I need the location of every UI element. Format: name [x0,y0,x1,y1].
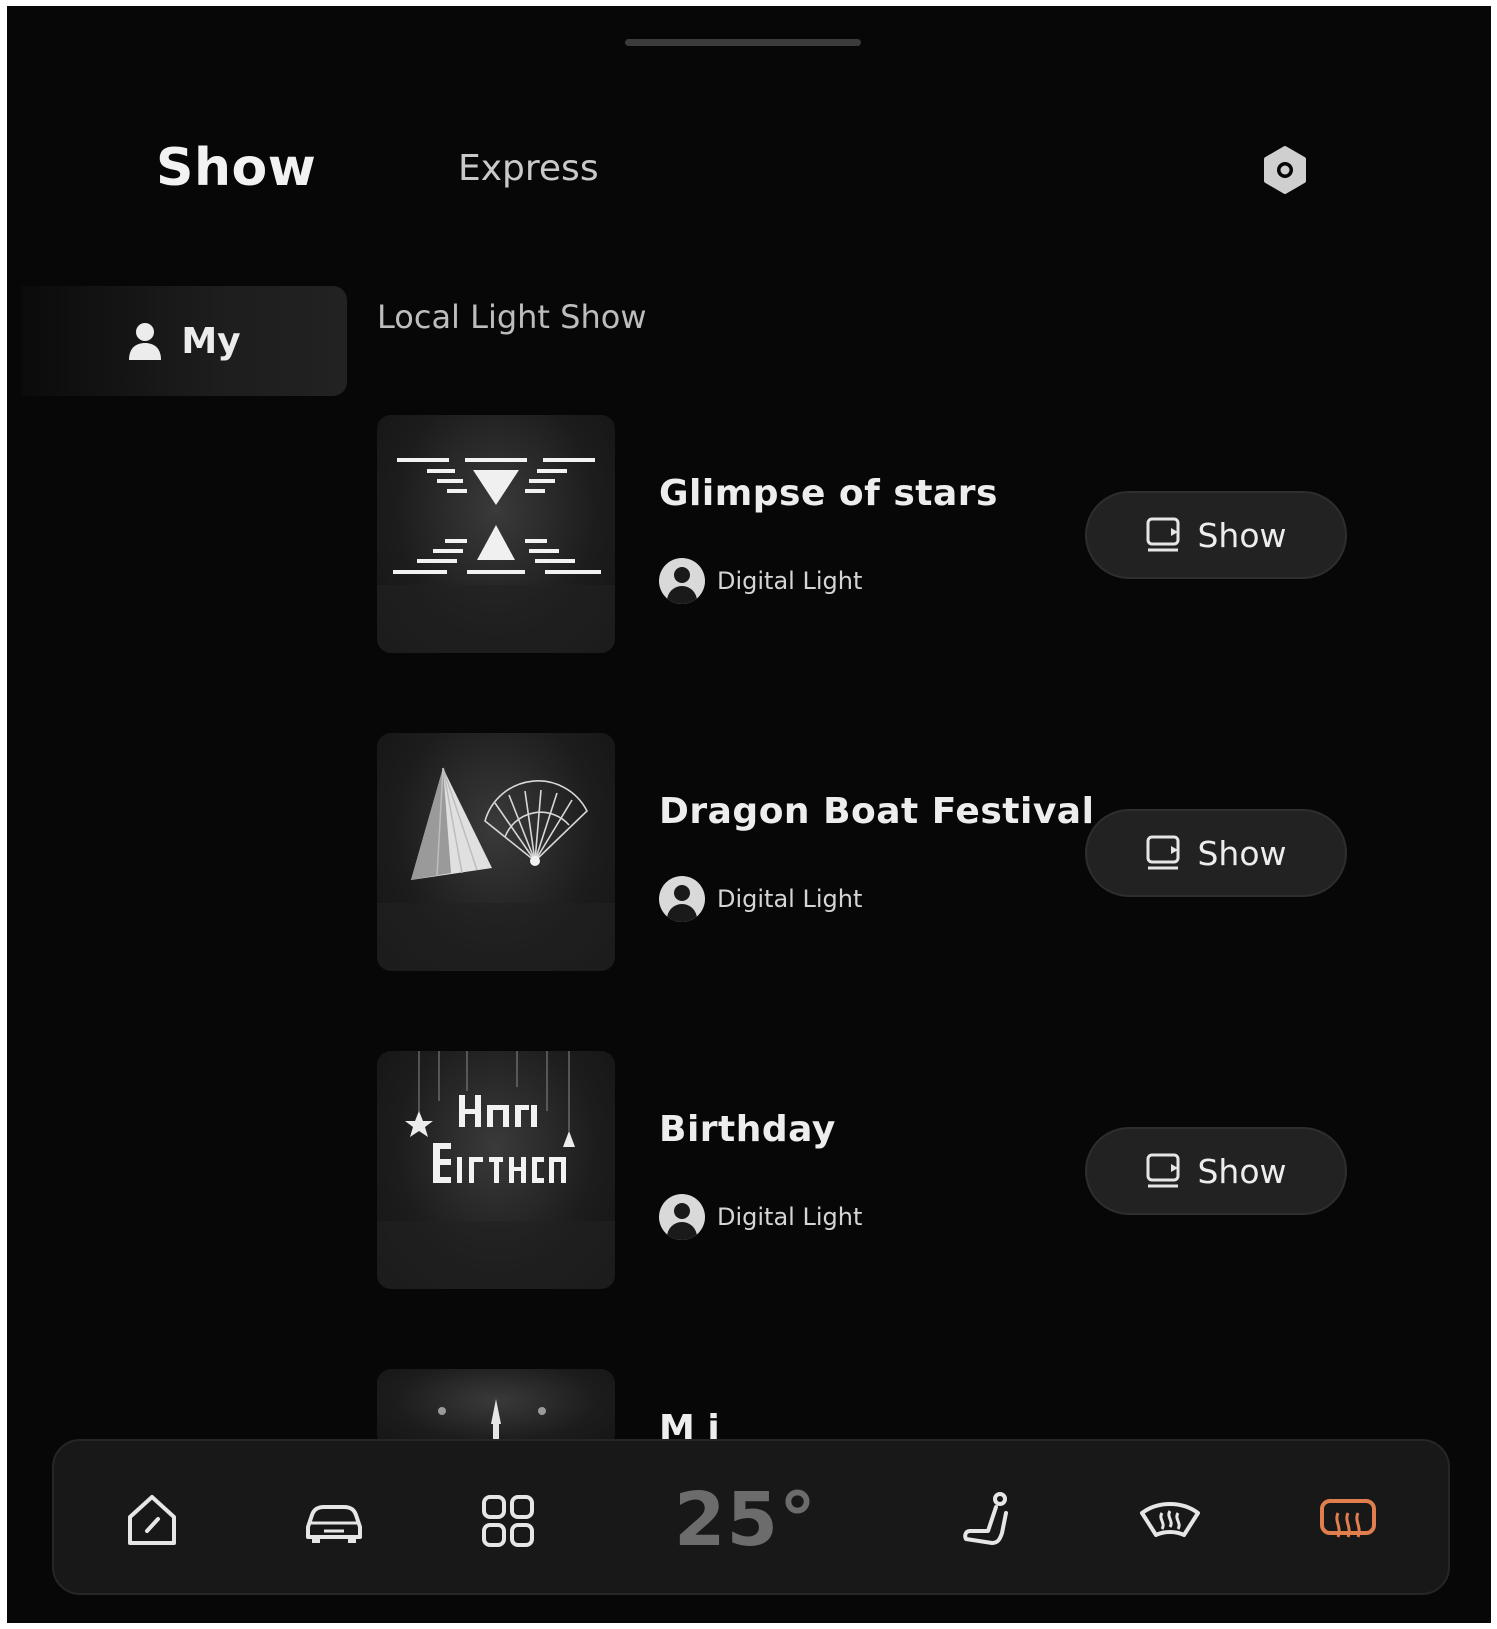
show-button[interactable]: Show [1085,1127,1347,1215]
show-button-label: Show [1197,833,1287,873]
item-author: Digital Light [659,558,862,604]
item-author: Digital Light [659,1194,862,1240]
item-title: Dragon Boat Festival [659,791,1095,832]
item-title: Birthday [659,1109,836,1150]
light-show-screen: Show Express My Local Light Show Glimpse… [7,6,1491,1623]
show-thumbnail[interactable] [377,1369,615,1449]
apps-grid-icon[interactable] [478,1491,538,1551]
author-avatar-icon [659,558,705,604]
author-avatar-icon [659,1194,705,1240]
tab-show[interactable]: Show [156,138,316,198]
section-title: Local Light Show [377,298,647,336]
list-item: Glimpse of stars Digital Light Show [377,415,1347,655]
show-thumbnail[interactable] [377,733,615,971]
bottom-dock: 25° [52,1439,1450,1595]
show-button-label: Show [1197,515,1287,555]
seat-icon[interactable] [958,1491,1018,1551]
show-button-label: Show [1197,1151,1287,1191]
screen-play-icon [1146,517,1180,552]
home-icon[interactable] [122,1491,182,1551]
tab-express[interactable]: Express [458,148,599,189]
author-name: Digital Light [717,1203,863,1231]
show-thumbnail[interactable] [377,415,615,653]
list-item: Birthday Digital Light Show [377,1051,1347,1291]
list-item [377,1369,1337,1449]
author-name: Digital Light [717,885,863,913]
show-button[interactable]: Show [1085,491,1347,579]
screen-play-icon [1146,1153,1180,1188]
sidebar-item-label: My [181,320,241,362]
item-title: Glimpse of stars [659,473,998,514]
show-button[interactable]: Show [1085,809,1347,897]
front-defrost-icon[interactable] [1138,1491,1202,1551]
show-thumbnail[interactable] [377,1051,615,1289]
settings-gear-icon[interactable] [1259,144,1311,196]
sidebar-item-my[interactable]: My [21,286,347,396]
rear-defrost-icon[interactable] [1316,1491,1380,1551]
author-name: Digital Light [717,567,863,595]
car-icon[interactable] [302,1491,366,1551]
screen-play-icon [1146,835,1180,870]
item-author: Digital Light [659,876,862,922]
drag-handle[interactable] [625,39,861,46]
list-item: Dragon Boat Festival Digital Light Show [377,733,1347,973]
user-icon [129,323,162,360]
temperature-readout[interactable]: 25° [674,1477,817,1563]
author-avatar-icon [659,876,705,922]
